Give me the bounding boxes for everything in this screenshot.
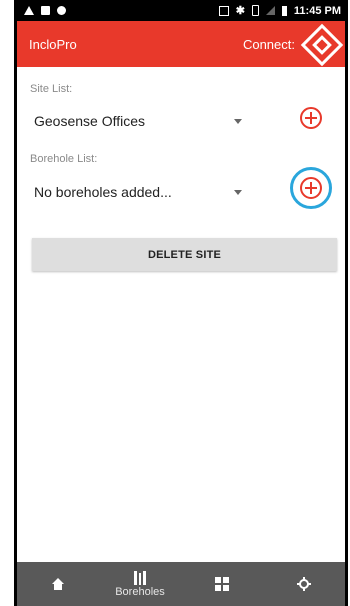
app-bar: IncloPro Connect: xyxy=(17,21,345,67)
nav-boreholes-label: Boreholes xyxy=(115,585,165,598)
status-right-icons: ✱ 11:45 PM xyxy=(218,4,345,17)
dropdown-caret-icon xyxy=(234,189,242,195)
status-left-icons xyxy=(17,6,66,15)
status-bar: ✱ 11:45 PM xyxy=(17,0,345,21)
nav-home[interactable] xyxy=(26,562,90,606)
connect-control[interactable]: Connect: xyxy=(242,23,345,67)
image-icon xyxy=(41,6,50,15)
battery-icon xyxy=(281,5,287,16)
gear-icon xyxy=(297,577,311,591)
add-site-button[interactable] xyxy=(300,107,322,129)
nfc-icon xyxy=(218,5,229,16)
dropdown-caret-icon xyxy=(234,118,242,124)
vibrate-icon xyxy=(251,5,259,16)
status-time: 11:45 PM xyxy=(293,4,341,17)
main-content: Site List: Geosense Offices Borehole Lis… xyxy=(17,67,345,562)
borehole-select[interactable]: No boreholes added... xyxy=(34,179,244,205)
nav-settings[interactable] xyxy=(272,562,336,606)
nav-grid[interactable] xyxy=(190,562,254,606)
borehole-list-label: Borehole List: xyxy=(30,153,98,165)
app-title: IncloPro xyxy=(29,36,77,52)
site-select[interactable]: Geosense Offices xyxy=(34,108,244,134)
site-select-value: Geosense Offices xyxy=(34,113,146,129)
add-borehole-button[interactable] xyxy=(300,177,322,199)
borehole-select-value: No boreholes added... xyxy=(34,184,172,200)
bluetooth-icon: ✱ xyxy=(235,5,245,17)
connect-icon[interactable] xyxy=(300,23,344,67)
site-list-label: Site List: xyxy=(30,83,73,95)
signal-icon xyxy=(265,6,275,15)
record-icon xyxy=(57,6,66,15)
bottom-nav: Boreholes xyxy=(17,562,345,606)
connect-label: Connect: xyxy=(242,36,295,52)
nav-boreholes[interactable]: Boreholes xyxy=(108,562,172,606)
phone-bezel-right xyxy=(345,0,348,606)
phone-screen: ✱ 11:45 PM IncloPro Connect: Site List: … xyxy=(14,0,348,606)
home-icon xyxy=(52,578,64,590)
grid-icon xyxy=(215,577,229,591)
boreholes-icon xyxy=(134,570,146,585)
delete-site-button[interactable]: DELETE SITE xyxy=(32,238,337,271)
warning-icon xyxy=(24,6,34,15)
